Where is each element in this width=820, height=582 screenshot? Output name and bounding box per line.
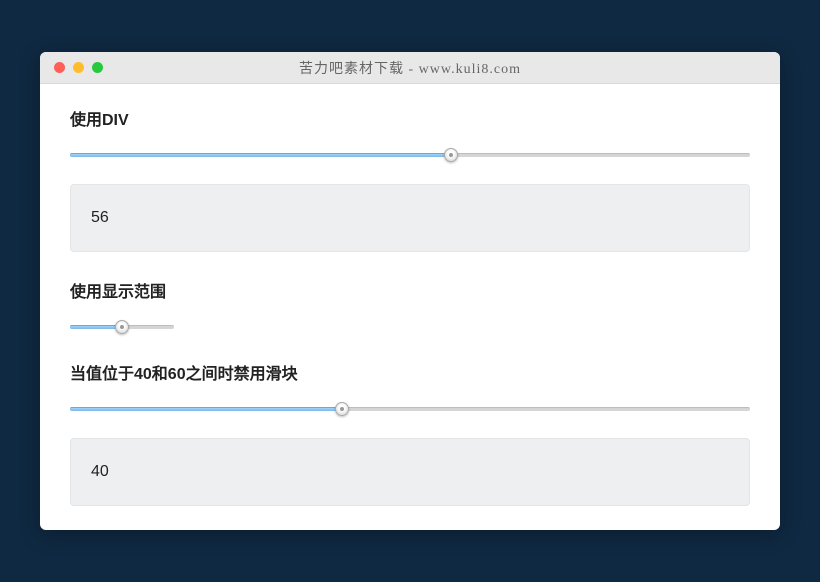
content: 使用DIV 56 使用显示范围 当值位于40和60之间时禁用滑块 40 bbox=[40, 84, 780, 530]
value-display-1: 56 bbox=[70, 184, 750, 252]
slider-thumb[interactable] bbox=[444, 148, 458, 162]
close-icon[interactable] bbox=[54, 62, 65, 73]
slider-fill bbox=[70, 407, 342, 411]
maximize-icon[interactable] bbox=[92, 62, 103, 73]
minimize-icon[interactable] bbox=[73, 62, 84, 73]
slider-fill bbox=[70, 153, 451, 157]
section1-title: 使用DIV bbox=[70, 106, 750, 130]
section2-title: 使用显示范围 bbox=[70, 278, 750, 302]
value-display-3: 40 bbox=[70, 438, 750, 506]
section3-title: 当值位于40和60之间时禁用滑块 bbox=[70, 360, 750, 384]
titlebar: 苦力吧素材下载 - www.kuli8.com bbox=[40, 52, 780, 84]
slider-range[interactable] bbox=[70, 320, 174, 334]
slider-div[interactable] bbox=[70, 148, 750, 162]
window: 苦力吧素材下载 - www.kuli8.com 使用DIV 56 使用显示范围 … bbox=[40, 52, 780, 530]
window-controls bbox=[40, 62, 103, 73]
window-title: 苦力吧素材下载 - www.kuli8.com bbox=[40, 58, 780, 78]
slider-thumb[interactable] bbox=[335, 402, 349, 416]
slider-disabled-range[interactable] bbox=[70, 402, 750, 416]
slider-thumb[interactable] bbox=[115, 320, 129, 334]
